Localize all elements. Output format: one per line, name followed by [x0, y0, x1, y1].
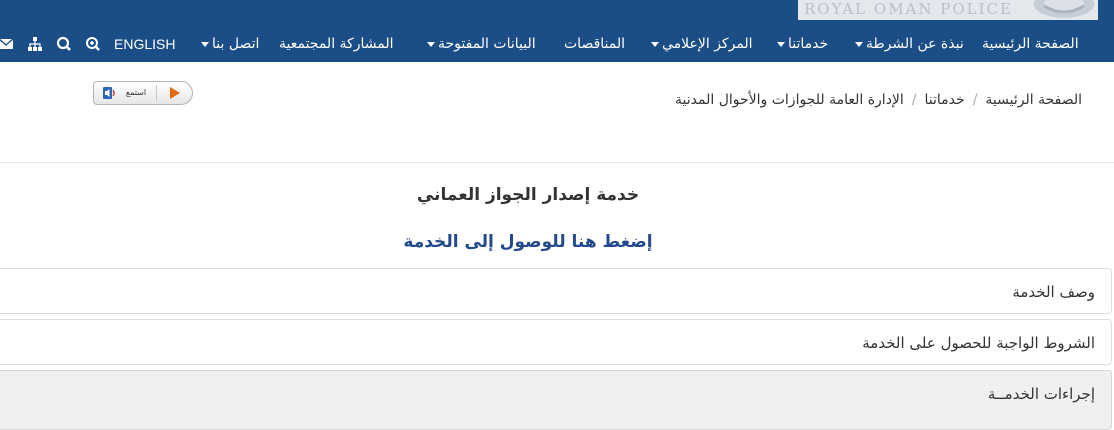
caret-down-icon — [427, 41, 435, 47]
sitemap-icon[interactable] — [27, 36, 43, 52]
nav-item-label: ENGLISH — [114, 36, 176, 52]
breadcrumb-home[interactable]: الصفحة الرئيسية — [985, 92, 1082, 108]
nav-item-community[interactable]: المشاركة المجتمعية — [279, 34, 393, 54]
breadcrumb-services[interactable]: خدماتنا — [925, 92, 965, 108]
caret-down-icon — [201, 41, 209, 47]
breadcrumb-current: الإدارة العامة للجوازات والأحوال المدنية — [675, 92, 904, 108]
breadcrumb-separator: / — [911, 92, 917, 108]
accordion-service-requirements[interactable]: الشروط الواجبة للحصول على الخدمة — [0, 319, 1112, 365]
nav-item-label: خدماتنا — [788, 36, 829, 52]
accordion-service-description[interactable]: وصف الخدمة — [0, 268, 1112, 314]
nav-item-label: البيانات المفتوحة — [438, 36, 536, 52]
nav-item-services[interactable]: خدماتنا — [774, 34, 828, 54]
breadcrumb: الصفحة الرئيسية / خدماتنا / الإدارة العامة ل… — [675, 92, 1082, 112]
nav-item-label: المناقصات — [564, 36, 626, 52]
nav-item-contact[interactable]: اتصل بنا — [198, 34, 259, 54]
breadcrumb-separator: / — [972, 92, 978, 108]
police-emblem-icon — [1034, 0, 1094, 18]
brand-text: ROYAL OMAN POLICE — [804, 0, 1013, 18]
nav-item-tenders[interactable]: المناقصات — [564, 34, 625, 54]
zoom-in-icon[interactable] — [85, 36, 101, 52]
caret-down-icon — [651, 41, 659, 47]
nav-item-media-center[interactable]: المركز الإعلامي — [648, 34, 753, 54]
nav-item-open-data[interactable]: البيانات المفتوحة — [424, 34, 536, 54]
caret-down-icon — [855, 41, 863, 47]
panel-title: الشروط الواجبة للحصول على الخدمة — [862, 334, 1095, 352]
nav-item-label: نبذة عن الشرطة — [866, 36, 964, 52]
search-icon[interactable] — [56, 36, 72, 52]
page-title: خدمة إصدار الجواز العماني — [416, 185, 640, 205]
panel-title: وصف الخدمة — [1012, 283, 1095, 301]
listen-button[interactable]: استمع — [93, 81, 193, 105]
nav-item-label: الصفحة الرئيسية — [982, 36, 1079, 52]
top-navbar: ROYAL OMAN POLICE الصفحة الرئيسية نبذة ع… — [0, 0, 1114, 62]
listen-divider — [156, 85, 157, 101]
play-icon[interactable] — [170, 87, 180, 99]
nav-item-label: اتصل بنا — [212, 36, 260, 52]
nav-item-label: المشاركة المجتمعية — [279, 36, 394, 52]
caret-down-icon — [777, 41, 785, 47]
brand-banner: ROYAL OMAN POLICE — [798, 0, 1098, 20]
panel-title: إجراءات الخدمــة — [987, 385, 1095, 403]
nav-item-label: المركز الإعلامي — [662, 36, 753, 52]
nav-item-home[interactable]: الصفحة الرئيسية — [982, 34, 1079, 54]
listen-label: استمع — [125, 88, 147, 97]
speaker-icon — [103, 87, 115, 99]
accordion-service-procedures[interactable]: إجراءات الخدمــة — [0, 370, 1112, 430]
nav-item-about[interactable]: نبذة عن الشرطة — [852, 34, 964, 54]
nav-item-english[interactable]: ENGLISH — [114, 34, 175, 54]
divider — [0, 162, 1114, 163]
mail-icon[interactable] — [0, 36, 14, 52]
service-access-link[interactable]: إضغط هنا للوصول إلى الخدمة — [0, 232, 1056, 256]
